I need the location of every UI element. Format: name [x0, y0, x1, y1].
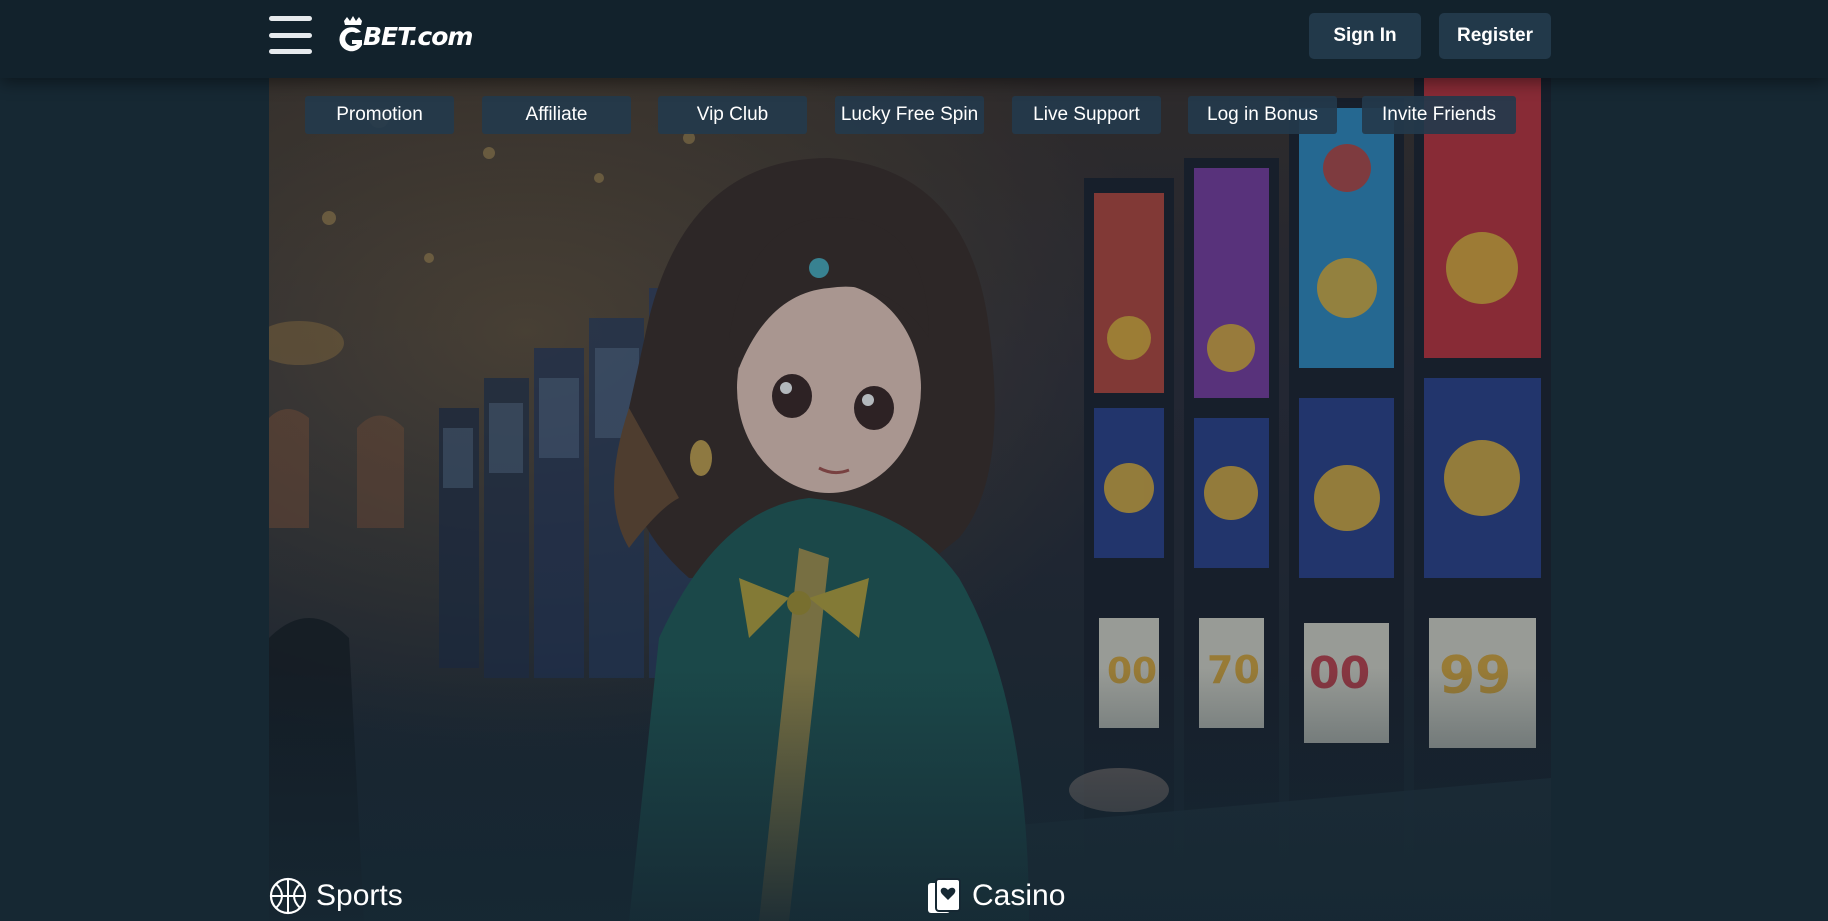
site-logo[interactable]: BET.com — [335, 15, 473, 57]
basketball-icon — [269, 877, 307, 915]
casino-section-link[interactable]: Casino — [925, 876, 1065, 916]
nav-lucky-free-spin[interactable]: Lucky Free Spin — [835, 96, 984, 134]
promo-nav: Promotion Affiliate Vip Club Lucky Free … — [269, 96, 1551, 134]
nav-affiliate[interactable]: Affiliate — [482, 96, 631, 134]
playing-card-icon — [928, 878, 961, 913]
hero-casino-illustration: 00 70 00 99 — [269, 78, 1551, 921]
top-bar: BET.com Sign In Register — [0, 0, 1828, 78]
logo-text: BET.com — [363, 21, 473, 51]
hero-banner: 00 70 00 99 — [269, 78, 1551, 921]
top-bar-inner: BET.com Sign In Register — [269, 0, 1551, 78]
nav-invite-friends[interactable]: Invite Friends — [1362, 96, 1516, 134]
sports-label: Sports — [316, 879, 403, 912]
casino-label: Casino — [972, 879, 1066, 912]
sports-section-link[interactable]: Sports — [269, 876, 403, 916]
nav-log-in-bonus[interactable]: Log in Bonus — [1188, 96, 1337, 134]
nav-promotion[interactable]: Promotion — [305, 96, 454, 134]
nav-vip-club[interactable]: Vip Club — [658, 96, 807, 134]
nav-live-support[interactable]: Live Support — [1012, 96, 1161, 134]
register-button[interactable]: Register — [1439, 13, 1551, 59]
sign-in-button[interactable]: Sign In — [1309, 13, 1421, 59]
hamburger-menu-icon[interactable] — [269, 16, 312, 54]
